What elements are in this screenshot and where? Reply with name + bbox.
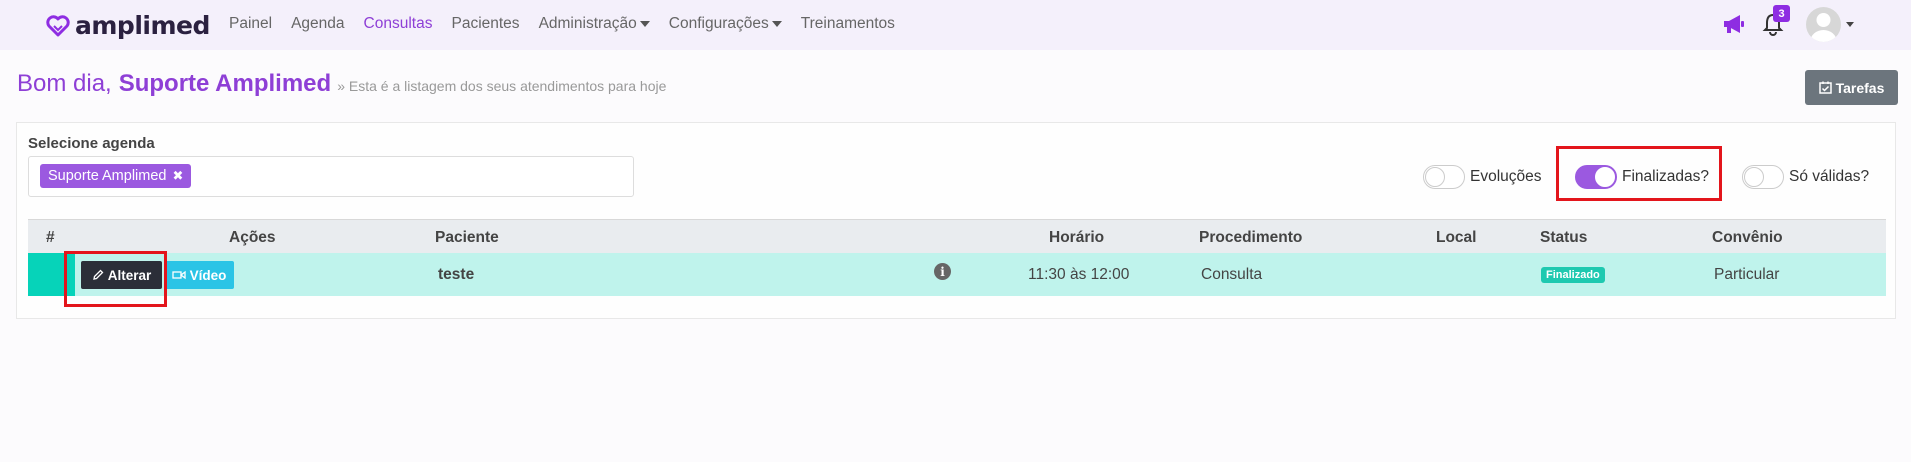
brand-logo[interactable]: amplimed	[46, 11, 210, 40]
nav-label: Administração	[538, 15, 637, 32]
toggle-so-validas[interactable]: Só válidas?	[1742, 165, 1869, 189]
column-header: Horário	[1049, 229, 1105, 246]
insurance: Particular	[1714, 266, 1780, 283]
nav-pacientes[interactable]: Pacientes	[451, 15, 519, 33]
caret-down-icon	[771, 21, 782, 27]
highlight-box-alterar	[64, 251, 167, 307]
notification-count-badge: 3	[1773, 5, 1790, 22]
info-icon[interactable]: i	[934, 263, 951, 280]
remove-tag-icon[interactable]: ✖	[172, 168, 183, 184]
main-nav: Painel Agenda Consultas Pacientes Admini…	[229, 15, 914, 33]
nav-treinamentos[interactable]: Treinamentos	[801, 15, 895, 33]
nav-label: Agenda	[291, 15, 345, 32]
nav-agenda[interactable]: Agenda	[291, 15, 344, 33]
appointment-time: 11:30 às 12:00	[1028, 266, 1130, 283]
nav-label: Pacientes	[451, 15, 520, 32]
heart-logo-icon	[46, 14, 70, 36]
greeting-text: Bom dia,	[17, 70, 112, 97]
column-header: Status	[1540, 229, 1588, 246]
nav-label: Configurações	[668, 15, 769, 32]
nav-administracao[interactable]: Administração	[539, 15, 650, 33]
nav-painel[interactable]: Painel	[229, 15, 272, 33]
toggle-switch[interactable]	[1423, 165, 1465, 189]
status-badge: Finalizado	[1541, 267, 1605, 283]
video-camera-icon	[171, 270, 186, 280]
toggle-evolucoes[interactable]: Evoluções	[1423, 165, 1542, 189]
column-header: Convênio	[1712, 229, 1783, 246]
highlight-box-finalizadas	[1556, 146, 1722, 201]
page-subtitle: » Esta é a listagem dos seus atendimento…	[337, 78, 667, 94]
user-avatar[interactable]	[1806, 7, 1841, 42]
procedure: Consulta	[1201, 266, 1263, 283]
tasks-label: Tarefas	[1835, 79, 1885, 96]
user-name: Suporte Amplimed	[118, 70, 332, 97]
nav-consultas[interactable]: Consultas	[364, 15, 433, 33]
video-label: Vídeo	[189, 267, 227, 283]
selected-agenda-tag: Suporte Amplimed ✖	[40, 164, 192, 188]
nav-configuracoes[interactable]: Configurações	[669, 15, 782, 33]
nav-label: Painel	[229, 15, 273, 32]
toggle-switch[interactable]	[1742, 165, 1784, 189]
column-header: Paciente	[435, 229, 499, 246]
patient-name[interactable]: teste	[438, 266, 474, 284]
selected-agenda-label: Suporte Amplimed	[48, 168, 167, 184]
toggle-label: Só válidas?	[1789, 168, 1870, 185]
agenda-select[interactable]: Suporte Amplimed ✖	[28, 156, 634, 197]
brand-name: amplimed	[75, 11, 210, 40]
nav-label: Consultas	[363, 15, 433, 32]
page-greeting: Bom dia, Suporte Amplimed » Esta é a lis…	[17, 70, 666, 98]
column-header: Ações	[229, 229, 276, 246]
nav-label: Treinamentos	[800, 15, 895, 32]
toggle-label: Evoluções	[1470, 168, 1542, 185]
table-row[interactable]: Alterar Vídeo teste i 11:30 às 12:00 Con…	[28, 253, 1886, 296]
calendar-check-icon	[1818, 81, 1832, 94]
caret-down-icon	[639, 21, 650, 27]
tasks-button[interactable]: Tarefas	[1805, 70, 1898, 105]
top-navbar: amplimed Painel Agenda Consultas Pacient…	[0, 0, 1911, 50]
agenda-select-label: Selecione agenda	[28, 135, 155, 152]
column-header: #	[46, 229, 55, 246]
megaphone-icon[interactable]	[1722, 13, 1746, 40]
video-button[interactable]: Vídeo	[164, 261, 234, 289]
table-header: # Ações Paciente Horário Procedimento Lo…	[28, 219, 1886, 253]
column-header: Procedimento	[1199, 229, 1303, 246]
caret-down-icon[interactable]	[1846, 22, 1854, 27]
column-header: Local	[1436, 229, 1477, 246]
